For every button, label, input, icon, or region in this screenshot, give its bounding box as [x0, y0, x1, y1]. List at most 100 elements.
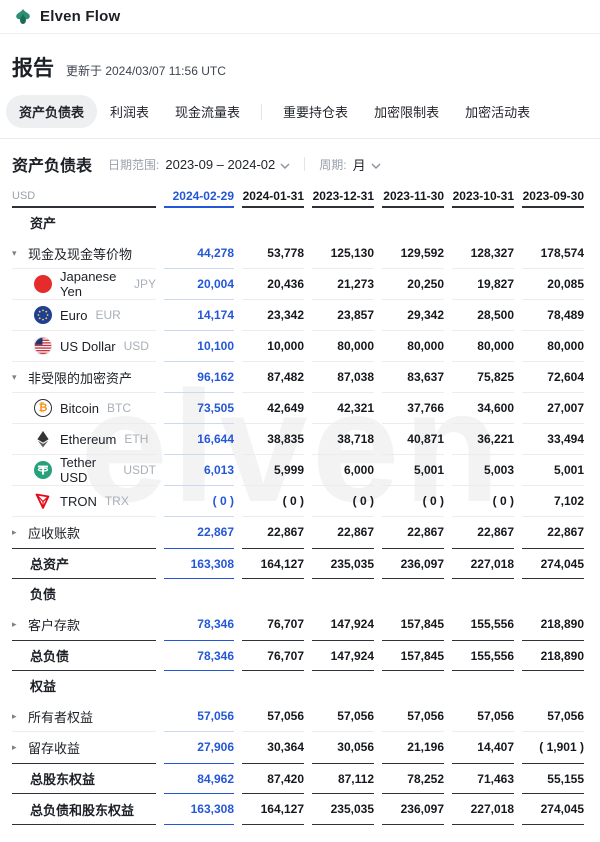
period-select[interactable]: 月 — [353, 155, 381, 174]
tab-3[interactable]: 重要持仓表 — [270, 95, 361, 128]
value-cell: 23,857 — [312, 300, 374, 331]
total-label: 总资产 — [12, 554, 69, 573]
value-cell: 55,155 — [522, 763, 584, 794]
value-cell: 147,924 — [312, 640, 374, 671]
table-row-客户存款: ▸客户存款78,34676,707147,924157,845155,55621… — [0, 609, 600, 640]
value: 6,013 — [204, 463, 234, 477]
column-header-2023-12-31[interactable]: 2023-12-31 — [312, 186, 374, 208]
chevron-down-icon — [280, 157, 290, 172]
value: 84,962 — [197, 772, 234, 786]
value-cell — [382, 208, 444, 238]
value-cell: 125,130 — [312, 238, 374, 269]
value-cell: 227,018 — [452, 794, 514, 825]
asset-code: USDT — [123, 463, 156, 477]
value: 38,718 — [337, 432, 374, 446]
value-cell: 22,867 — [452, 517, 514, 548]
value-cell: 5,003 — [452, 455, 514, 486]
asset-code: EUR — [95, 308, 120, 322]
column-header-2023-09-30[interactable]: 2023-09-30 — [522, 186, 584, 208]
tab-2[interactable]: 现金流量表 — [162, 95, 253, 128]
value: 30,364 — [267, 740, 304, 754]
balance-sheet: elven USD2024-02-292024-01-312023-12-312… — [0, 186, 600, 825]
value: 76,707 — [267, 649, 304, 663]
asset-name: Ethereum — [60, 432, 116, 447]
value-cell: 87,038 — [312, 362, 374, 393]
value-cell — [242, 579, 304, 609]
value-cell: ( 0 ) — [382, 486, 444, 517]
column-header-2024-01-31[interactable]: 2024-01-31 — [242, 186, 304, 208]
value: 157,845 — [401, 649, 444, 663]
value-cell: 42,649 — [242, 393, 304, 424]
value-cell — [382, 579, 444, 609]
row-label-cell: TRONTRX — [12, 486, 156, 517]
value-cell: 40,871 — [382, 424, 444, 455]
period-label: 周期: — [319, 156, 346, 173]
row-label-cell: 负债 — [12, 579, 156, 609]
tab-1[interactable]: 利润表 — [97, 95, 162, 128]
table-row-Japanese Yen: Japanese YenJPY20,00420,43621,27320,2501… — [0, 269, 600, 300]
value-cell: 22,867 — [164, 517, 234, 548]
expand-arrow-icon[interactable]: ▸ — [12, 742, 21, 753]
value-cell — [164, 671, 234, 701]
group-label: 非受限的加密资产 — [28, 368, 132, 387]
expand-arrow-icon[interactable]: ▸ — [12, 527, 21, 538]
value: 42,321 — [337, 401, 374, 415]
value-cell: 129,592 — [382, 238, 444, 269]
asset-name: TRON — [60, 494, 97, 509]
value-cell: 34,600 — [452, 393, 514, 424]
value-cell: 22,867 — [312, 517, 374, 548]
value-cell: 27,906 — [164, 732, 234, 763]
value-cell: ( 0 ) — [164, 486, 234, 517]
value: 129,592 — [401, 246, 444, 260]
expand-arrow-icon[interactable]: ▸ — [12, 711, 21, 722]
row-label-cell: ▾ 非受限的加密资产 — [12, 362, 156, 393]
expand-arrow-icon[interactable]: ▸ — [12, 619, 21, 630]
table-header-row: USD2024-02-292024-01-312023-12-312023-11… — [0, 186, 600, 208]
value-cell: 157,845 — [382, 609, 444, 640]
value-cell: 84,962 — [164, 763, 234, 794]
value-cell: 78,252 — [382, 763, 444, 794]
value-cell: 72,604 — [522, 362, 584, 393]
value-cell: 5,001 — [522, 455, 584, 486]
column-header-2024-02-29[interactable]: 2024-02-29 — [164, 186, 234, 208]
value: 53,778 — [267, 246, 304, 260]
value-cell: 155,556 — [452, 609, 514, 640]
value: 163,308 — [191, 802, 234, 816]
column-header-2023-10-31[interactable]: 2023-10-31 — [452, 186, 514, 208]
bitcoin-icon: ₿ — [34, 399, 52, 417]
tab-0[interactable]: 资产负债表 — [6, 95, 97, 128]
collapse-arrow-icon[interactable]: ▾ — [12, 248, 21, 259]
value: 7,102 — [554, 494, 584, 508]
value: 147,924 — [331, 649, 374, 663]
tab-5[interactable]: 加密活动表 — [452, 95, 543, 128]
value-cell: 73,505 — [164, 393, 234, 424]
value: 178,574 — [541, 246, 584, 260]
date-range-select[interactable]: 2023-09 – 2024-02 — [165, 157, 290, 172]
value: 5,001 — [414, 463, 444, 477]
value: 23,857 — [337, 308, 374, 322]
value: 55,155 — [547, 772, 584, 786]
value: 10,000 — [267, 339, 304, 353]
value: 6,000 — [344, 463, 374, 477]
value: 57,056 — [337, 709, 374, 723]
column-header-2023-11-30[interactable]: 2023-11-30 — [382, 186, 444, 208]
value-cell: 87,420 — [242, 763, 304, 794]
value-cell: 80,000 — [382, 331, 444, 362]
table-row-非受限的加密资产: ▾非受限的加密资产96,16287,48287,03883,63775,8257… — [0, 362, 600, 393]
value-cell: 96,162 — [164, 362, 234, 393]
total-label: 总负债 — [12, 646, 69, 665]
tab-4[interactable]: 加密限制表 — [361, 95, 452, 128]
value: 80,000 — [477, 339, 514, 353]
value: 78,489 — [547, 308, 584, 322]
asset-code: JPY — [134, 277, 156, 291]
value-cell: 235,035 — [312, 548, 374, 579]
group-label: 应收账款 — [28, 523, 80, 542]
value-cell: ( 0 ) — [452, 486, 514, 517]
collapse-arrow-icon[interactable]: ▾ — [12, 372, 21, 383]
value: 236,097 — [401, 802, 444, 816]
value: 128,327 — [471, 246, 514, 260]
value-cell: 57,056 — [164, 701, 234, 732]
value-cell: 22,867 — [382, 517, 444, 548]
value: 44,278 — [197, 246, 234, 260]
group-label: 客户存款 — [28, 615, 80, 634]
